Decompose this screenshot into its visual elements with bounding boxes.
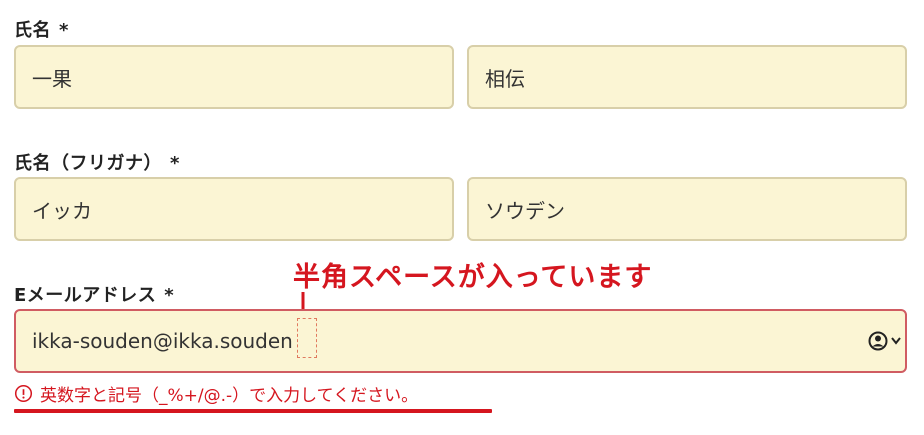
required-mark: * [59, 20, 69, 41]
required-mark: * [170, 153, 180, 174]
email-error: 英数字と記号（_%+/@.-）で入力してください。 [14, 381, 418, 406]
first-name-value: 相伝 [485, 66, 525, 91]
name-label-text: 氏名 [14, 20, 51, 41]
email-input[interactable]: ikka-souden@ikka.souden [14, 309, 907, 373]
last-name-kana-value: イッカ [32, 198, 92, 223]
space-highlight [297, 318, 317, 358]
space-annotation: 半角スペースが入っています [293, 262, 653, 293]
last-name-value: 一果 [32, 66, 72, 91]
email-label: Eメールアドレス * [14, 281, 174, 307]
required-mark: * [164, 285, 175, 306]
first-name-kana-input[interactable]: ソウデン [467, 177, 907, 241]
last-name-kana-input[interactable]: イッカ [14, 177, 454, 241]
kana-label-text: 氏名（フリガナ） [14, 153, 162, 174]
name-label: 氏名 * [14, 16, 69, 42]
first-name-kana-value: ソウデン [485, 198, 565, 223]
email-label-text: Eメールアドレス [14, 285, 157, 306]
last-name-input[interactable]: 一果 [14, 45, 454, 109]
exclamation-circle-icon [14, 384, 33, 403]
email-error-text: 英数字と記号（_%+/@.-）で入力してください。 [40, 386, 419, 406]
error-underline [14, 409, 492, 413]
first-name-input[interactable]: 相伝 [467, 45, 907, 109]
kana-label: 氏名（フリガナ） * [14, 149, 180, 175]
person-circle-chevron-icon[interactable] [866, 329, 906, 353]
email-value: ikka-souden@ikka.souden [32, 329, 293, 353]
